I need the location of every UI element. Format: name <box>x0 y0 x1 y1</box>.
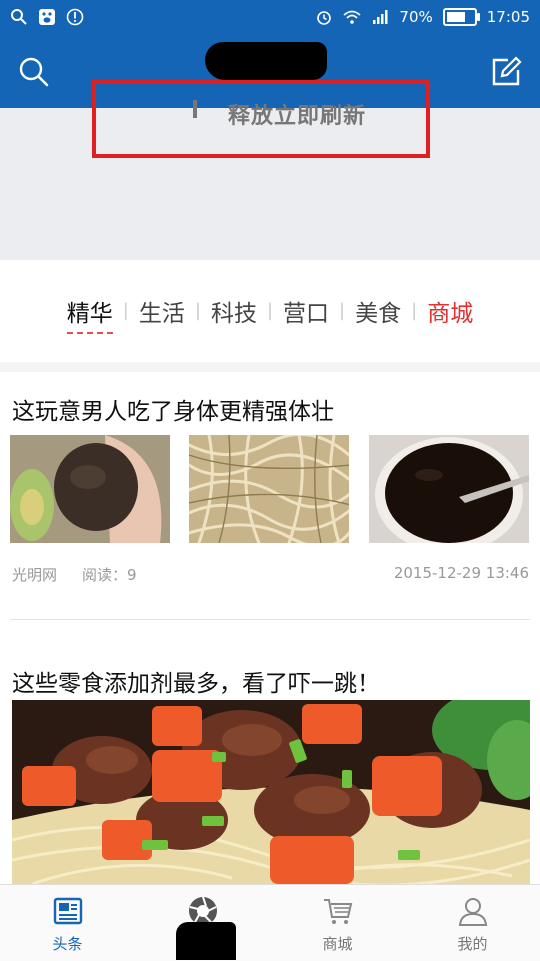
bottom-navigation: 头条 商城 我的 <box>0 884 540 961</box>
nav-store[interactable]: 商城 <box>270 885 405 961</box>
tab-featured[interactable]: 精华 <box>61 294 119 334</box>
nav-headlines[interactable]: 头条 <box>0 885 135 961</box>
article-reads: 阅读：9 <box>82 566 137 584</box>
tab-yingkou[interactable]: 营口 <box>277 294 335 328</box>
redacted-nav-mark <box>176 922 236 960</box>
list-divider <box>10 619 530 620</box>
cart-icon <box>323 899 352 924</box>
signal-icon <box>373 10 388 24</box>
baidu-paw-icon <box>39 9 55 25</box>
article-title[interactable]: 这玩意男人吃了身体更精强体壮 <box>12 392 334 426</box>
article-title[interactable]: 这些零食添加剂最多，看了吓一跳！ <box>12 664 380 698</box>
battery-percent: 70% <box>399 8 433 26</box>
alarm-icon <box>317 11 332 25</box>
tab-separator: | <box>122 300 129 321</box>
tab-separator: | <box>266 300 274 321</box>
category-tabs: 精华 | 生活 | 科技 | 营口 | 美食 | 商城 <box>0 260 540 362</box>
compose-icon[interactable] <box>488 54 524 90</box>
thumbnail-sauce[interactable] <box>369 435 529 543</box>
nav-profile[interactable]: 我的 <box>405 885 540 961</box>
status-bar: 70% 17:05 <box>0 0 540 38</box>
search-icon[interactable] <box>16 54 52 90</box>
battery-icon <box>442 8 480 26</box>
thumbnail-roots[interactable] <box>189 435 349 543</box>
article-image-noodles[interactable] <box>12 700 530 884</box>
tab-separator: | <box>194 300 201 321</box>
tab-food[interactable]: 美食 <box>349 294 407 328</box>
article-source: 光明网 <box>12 566 58 584</box>
tab-store[interactable]: 商城 <box>421 294 479 328</box>
alert-icon <box>66 8 84 26</box>
nav-label: 商城 <box>322 935 353 953</box>
tab-separator: | <box>339 300 346 321</box>
wifi-icon <box>343 10 362 24</box>
tab-separator: | <box>411 300 418 321</box>
redacted-title-mark <box>205 42 327 80</box>
clock: 17:05 <box>486 8 530 26</box>
news-icon <box>53 897 82 925</box>
user-icon <box>458 898 487 926</box>
section-divider <box>0 362 540 372</box>
thumbnail-avocado[interactable] <box>10 435 170 543</box>
search-status-icon <box>11 9 27 25</box>
tab-tech[interactable]: 科技 <box>205 294 263 328</box>
nav-label: 我的 <box>457 935 488 953</box>
tab-life[interactable]: 生活 <box>133 294 191 328</box>
annotation-highlight-box <box>92 80 430 158</box>
nav-label: 头条 <box>52 935 83 953</box>
article-date: 2015-12-29 13:46 <box>393 564 529 582</box>
